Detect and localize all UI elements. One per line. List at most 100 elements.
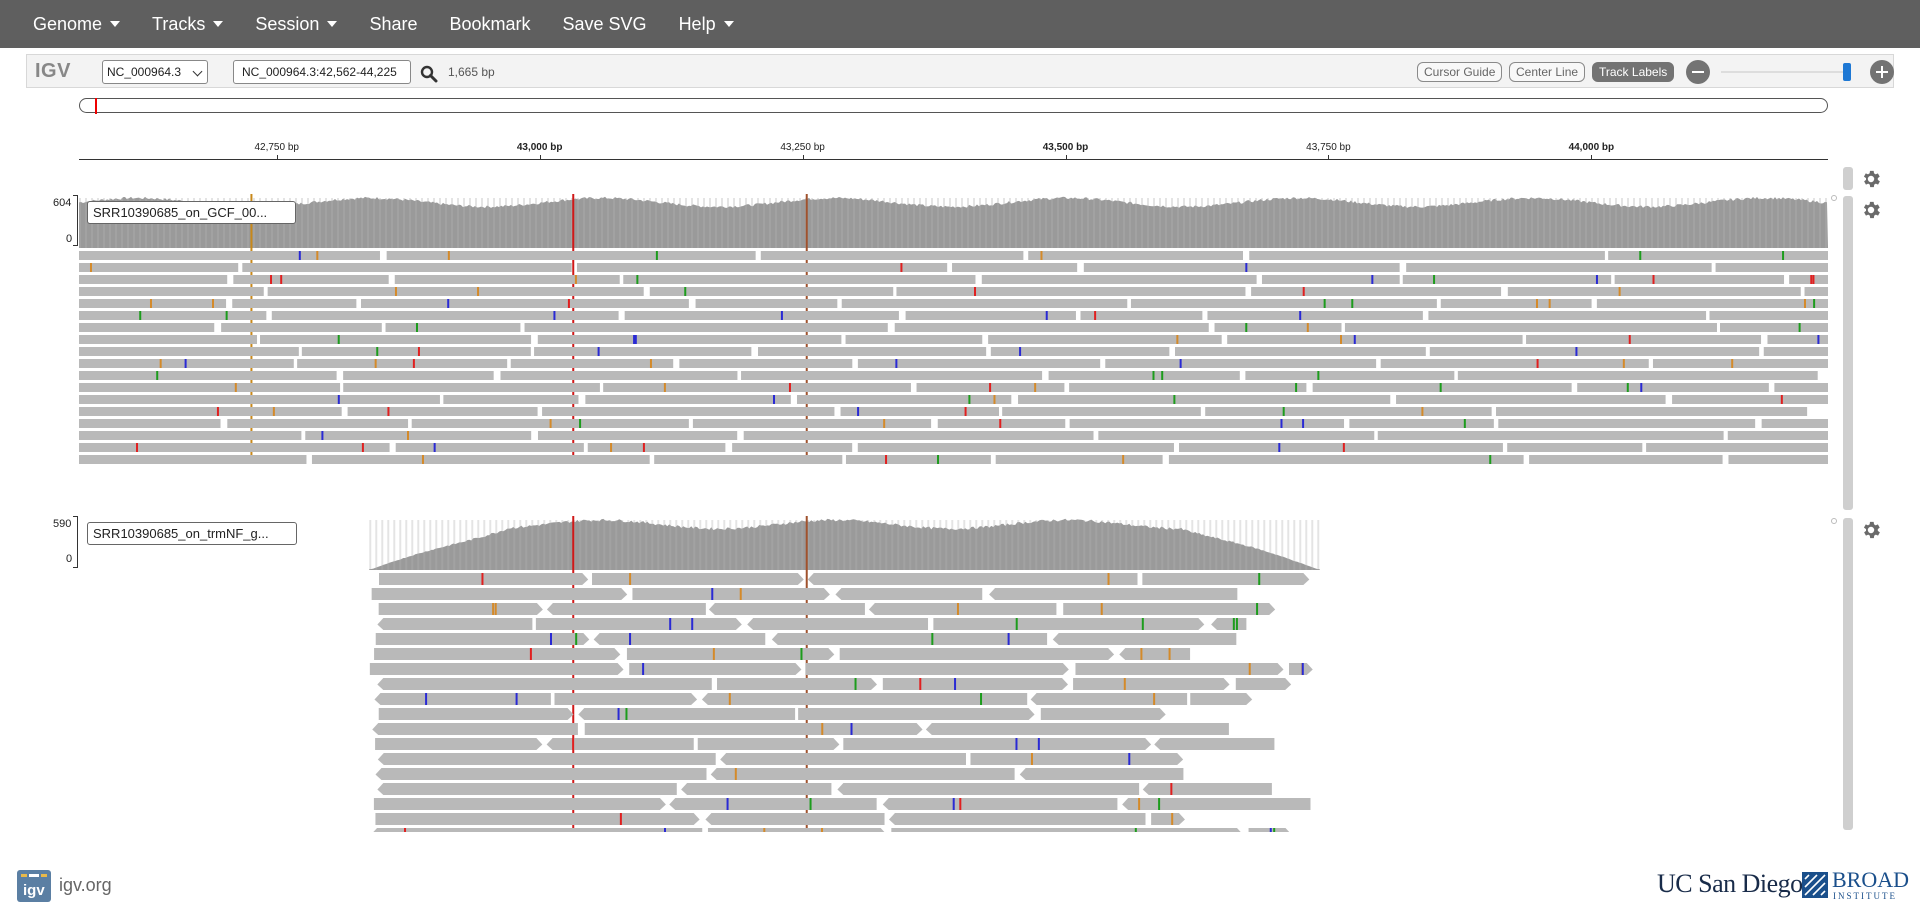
coverage-texture — [831, 520, 834, 570]
coverage-texture — [1195, 198, 1197, 248]
read — [593, 633, 766, 645]
read — [697, 738, 840, 750]
menu-save-svg[interactable]: Save SVG — [563, 14, 647, 35]
read — [970, 753, 1184, 765]
zoom-out-button[interactable] — [1686, 60, 1710, 84]
read-mismatch — [1803, 299, 1806, 308]
menu-bookmark-label: Bookmark — [449, 13, 531, 34]
coverage-texture — [963, 520, 966, 570]
igv-org-link[interactable]: igv.org — [59, 875, 112, 896]
read — [79, 275, 228, 284]
read — [868, 603, 1057, 615]
read-mismatch — [1353, 335, 1356, 344]
read-mismatch — [1489, 455, 1492, 464]
zoom-slider[interactable] — [1721, 71, 1847, 73]
read-mismatch — [1037, 738, 1040, 750]
gear-icon[interactable] — [1860, 519, 1882, 541]
ruler-tick-mark — [802, 155, 804, 160]
gear-icon[interactable] — [1860, 199, 1882, 221]
menu-tracks[interactable]: Tracks — [152, 14, 224, 35]
track-name-label: SRR10390685_on_trmNF_g... — [87, 522, 297, 545]
track-2-scrollbar[interactable] — [1843, 518, 1853, 830]
coverage-texture — [1287, 520, 1290, 570]
coverage-texture — [1045, 198, 1047, 248]
chromosome-ideogram[interactable] — [79, 98, 1828, 113]
read-mismatch — [1015, 738, 1018, 750]
ucsd-logo[interactable]: UC San Diego — [1657, 869, 1803, 899]
read-mismatch — [270, 275, 273, 284]
cursor-guide-button[interactable]: Cursor Guide — [1417, 62, 1503, 82]
coverage-texture — [1693, 198, 1695, 248]
coverage-texture — [1201, 198, 1203, 248]
menu-genome[interactable]: Genome — [33, 14, 121, 35]
coverage-texture — [435, 520, 438, 570]
menu-help[interactable]: Help — [679, 14, 734, 35]
coverage-texture — [715, 198, 717, 248]
coverage-texture — [777, 520, 780, 570]
ruler-scrollbar[interactable] — [1843, 167, 1853, 190]
coverage-texture — [1233, 520, 1236, 570]
read-mismatch — [1323, 299, 1326, 308]
read — [227, 419, 409, 428]
coverage-texture — [1381, 198, 1383, 248]
alignment-track-2-canvas — [369, 516, 1321, 832]
read-mismatch — [425, 693, 428, 705]
broad-logo[interactable]: BROAD — [1832, 869, 1909, 891]
coverage-texture — [1357, 198, 1359, 248]
coverage-texture — [433, 198, 435, 248]
read — [1507, 443, 1643, 452]
read — [1577, 383, 1769, 392]
read-mismatch — [684, 287, 687, 296]
read — [1040, 708, 1166, 720]
coverage-texture — [405, 520, 408, 570]
read — [79, 335, 258, 344]
menu-share[interactable]: Share — [369, 14, 417, 35]
read — [267, 287, 644, 296]
coverage-texture — [991, 198, 993, 248]
chromosome-select[interactable]: NC_000964.3 — [102, 60, 208, 84]
coverage-texture — [651, 520, 654, 570]
read — [79, 287, 264, 296]
track-labels-button[interactable]: Track Labels — [1592, 62, 1675, 82]
read — [705, 813, 885, 825]
coverage-texture — [505, 198, 507, 248]
coverage-texture — [1155, 520, 1158, 570]
menu-bookmark[interactable]: Bookmark — [449, 14, 530, 35]
read-mismatch — [1810, 275, 1813, 284]
locus-search-input[interactable]: NC_000964.3:42,562-44,225 — [233, 60, 411, 84]
read-mismatch — [477, 287, 480, 296]
track-1-scrollbar[interactable] — [1843, 196, 1853, 510]
coverage-texture — [1003, 198, 1005, 248]
read-mismatch — [1019, 347, 1022, 356]
zoom-slider-handle[interactable] — [1843, 63, 1851, 81]
coverage-texture — [915, 520, 918, 570]
read — [981, 275, 1257, 284]
alignment-track-2[interactable] — [79, 512, 1828, 832]
search-icon[interactable] — [420, 65, 438, 83]
broad-institute-icon[interactable] — [1802, 872, 1828, 898]
alignment-track-1[interactable] — [79, 190, 1828, 512]
coverage-texture — [547, 198, 549, 248]
read — [732, 443, 853, 452]
center-line-button[interactable]: Center Line — [1509, 62, 1586, 82]
read-mismatch — [954, 678, 957, 690]
coverage-texture — [1369, 198, 1371, 248]
read — [537, 431, 738, 440]
read — [1709, 311, 1828, 320]
igv-footer-logo[interactable]: igv — [17, 870, 51, 902]
read — [1030, 693, 1188, 705]
ruler-baseline — [79, 159, 1828, 160]
coverage-texture — [627, 520, 630, 570]
read-mismatch — [234, 383, 237, 392]
coverage-texture — [1285, 198, 1287, 248]
coverage-texture — [1167, 520, 1170, 570]
read — [1763, 347, 1828, 356]
scroll-indicator — [1831, 195, 1837, 201]
menu-session[interactable]: Session — [255, 14, 338, 35]
read — [1349, 419, 1494, 428]
read-mismatch — [629, 573, 632, 585]
coverage-texture — [1543, 198, 1545, 248]
gear-icon[interactable] — [1860, 168, 1882, 190]
read-mismatch — [1652, 275, 1655, 284]
zoom-in-button[interactable] — [1870, 60, 1894, 84]
